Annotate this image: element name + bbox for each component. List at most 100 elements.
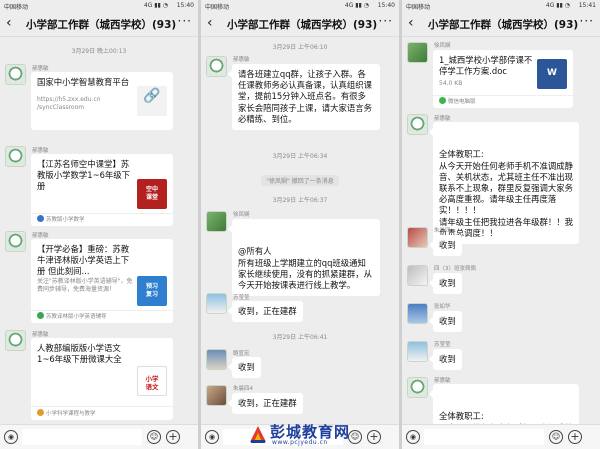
sender-name: 郝惠敏 xyxy=(32,332,49,338)
message-text: 收到，正在建群 xyxy=(238,306,297,316)
sender-name: 郝惠敏 xyxy=(434,378,451,384)
message-bubble[interactable]: 收到 xyxy=(429,235,462,257)
card-title: 【江苏名师空中课堂】苏教版小学数学1~6年级下册 xyxy=(37,159,131,191)
more-icon[interactable]: ··· xyxy=(379,14,393,28)
message-list[interactable]: 徐凤娴 1_城西学校小学部停课不停学工作方案.doc 54.0 KB W 微信电… xyxy=(402,38,600,424)
message-bubble[interactable]: 收到，正在建群 xyxy=(228,301,303,323)
avatar[interactable] xyxy=(407,377,428,398)
message-text: 收到 xyxy=(439,354,456,364)
avatar[interactable] xyxy=(407,303,428,324)
article-card[interactable]: 人教部编版版小学语文1~6年级下册微课大全 小学 语文 小学科学课程与教学 xyxy=(31,338,173,420)
sender-name: 郝惠敏 xyxy=(233,57,250,63)
message-bubble[interactable]: 收到 xyxy=(228,357,261,379)
card-thumbnail: 预习 复习 xyxy=(137,276,167,306)
sender-name: 郝惠敏 xyxy=(434,116,451,122)
avatar[interactable] xyxy=(407,42,428,63)
avatar[interactable] xyxy=(5,231,26,252)
wechat-icon xyxy=(439,97,446,104)
avatar[interactable] xyxy=(5,64,26,85)
source-icon xyxy=(37,409,44,416)
message-bubble[interactable]: 全体教职工: 从今天开始任何老师手机不准调成静音、关机状态，尤其班主任 xyxy=(429,384,579,424)
message-text: 收到 xyxy=(439,316,456,326)
status-bar: 中国移动 4G ▮▮ ◔ 15:40 xyxy=(201,0,399,11)
sender-name: 张如华 xyxy=(434,304,451,310)
avatar[interactable] xyxy=(206,349,227,370)
emoji-icon[interactable]: ☺ xyxy=(147,430,161,444)
timestamp: 3月29日 上午06:37 xyxy=(272,197,328,204)
message-text: 全体教职工: 从今天开始任何老师手机不准调成静音、关机状态，尤其班主任不准出现联… xyxy=(439,149,573,238)
back-icon[interactable]: ‹ xyxy=(6,15,12,31)
message-input[interactable] xyxy=(22,429,142,445)
status-bar: 中国移动 4G ▮▮ ◔ 15:41 xyxy=(402,0,600,11)
avatar[interactable] xyxy=(407,114,428,135)
avatar[interactable] xyxy=(407,227,428,248)
back-icon[interactable]: ‹ xyxy=(207,15,213,31)
chat-title: 小学部工作群（城西学校）(93) xyxy=(26,19,177,31)
message-text: 收到，正在建群 xyxy=(238,398,297,408)
sender-name: 徐凤娴 xyxy=(233,212,250,218)
message-bubble[interactable]: 收到 xyxy=(429,311,462,333)
avatar[interactable] xyxy=(5,146,26,167)
file-card[interactable]: 1_城西学校小学部停课不停学工作方案.doc 54.0 KB W 微信电脑版 xyxy=(433,50,573,108)
plus-icon[interactable]: + xyxy=(166,430,180,444)
avatar[interactable] xyxy=(407,341,428,362)
sender-name: 四（3）班张佩佩 xyxy=(434,266,476,272)
message-bubble[interactable]: 收到 xyxy=(429,273,462,295)
timestamp: 3月29日 晚上00:13 xyxy=(71,48,127,55)
message-list[interactable]: 3月29日 晚上00:13 郝惠敏 国家中小学智慧教育平台 https://h5… xyxy=(0,38,198,424)
article-card[interactable]: 【开学必备】重磅：苏教牛津译林版小学英语上下册 但此刻间... 关注"苏教译林版… xyxy=(31,239,173,323)
site-watermark: 彭城教育网 www.pcjyedu.cn xyxy=(248,420,418,449)
avatar[interactable] xyxy=(5,330,26,351)
clock: 15:41 xyxy=(578,2,596,9)
avatar[interactable] xyxy=(206,56,227,77)
sender-name: 徐凤娴 xyxy=(434,43,451,49)
chat-header: ‹ 小学部工作群（城西学校）(93) ··· xyxy=(0,11,198,37)
clock: 15:40 xyxy=(176,2,194,9)
avatar[interactable] xyxy=(206,385,227,406)
card-thumbnail: 空中 课堂 xyxy=(137,179,167,209)
timestamp: 3月29日 上午06:41 xyxy=(272,334,328,341)
message-bubble[interactable]: @所有人 所有班级上学期建立的qq班级通知家长继续使用，没有的抓紧建群，从今天开… xyxy=(228,219,380,297)
carrier-label: 中国移动 xyxy=(4,4,29,11)
voice-icon[interactable]: ◉ xyxy=(4,430,18,444)
system-notice: "徐凤娴" 撤回了一条消息 xyxy=(261,175,339,186)
avatar[interactable] xyxy=(206,211,227,232)
sender-name: 朱晨四4 xyxy=(233,386,253,392)
chat-title: 小学部工作群（城西学校）(93) xyxy=(227,19,378,31)
message-bubble[interactable]: 收到，正在建群 xyxy=(228,393,303,415)
signal-icon: 4G ▮▮ ◔ xyxy=(143,2,168,9)
clock: 15:40 xyxy=(377,2,395,9)
link-icon: 🔗 xyxy=(137,86,167,116)
more-icon[interactable]: ··· xyxy=(580,14,594,28)
sender-name: 朱晨四 xyxy=(434,228,451,234)
message-bubble[interactable]: 收到 xyxy=(429,349,462,371)
voice-icon[interactable]: ◉ xyxy=(205,430,219,444)
link-card[interactable]: 国家中小学智慧教育平台 https://h5.zxx.edu.cn /syncC… xyxy=(31,72,173,130)
sender-name: 苏莹莹 xyxy=(434,342,451,348)
avatar[interactable] xyxy=(407,265,428,286)
word-file-icon: W xyxy=(537,59,567,89)
card-source: 苏教版小学数学 xyxy=(37,215,85,223)
chat-header: ‹ 小学部工作群（城西学校）(93) ··· xyxy=(402,11,600,37)
signal-icon: 4G ▮▮ ◔ xyxy=(344,2,369,9)
watermark-url: www.pcjyedu.cn xyxy=(272,439,328,446)
message-bubble[interactable]: 全体教职工: 从今天开始任何老师手机不准调成静音、关机状态，尤其班主任不准出现联… xyxy=(429,122,579,245)
file-size: 54.0 KB xyxy=(439,80,463,87)
screenshot-collage: 中国移动 4G ▮▮ ◔ 15:40 ‹ 小学部工作群（城西学校）(93) ··… xyxy=(0,0,600,449)
sender-name: 鲍宣宏 xyxy=(233,351,250,357)
message-list[interactable]: 3月29日 上午06:10 郝惠敏 请各班建立qq群，让孩子入群。各任课教师务必… xyxy=(201,38,399,424)
emoji-icon[interactable]: ☺ xyxy=(549,430,563,444)
more-icon[interactable]: ··· xyxy=(178,14,192,28)
message-text: 全体教职工: 从今天开始任何老师手机不准调成静音、关机状态，尤其班主任 xyxy=(439,411,573,424)
avatar[interactable] xyxy=(206,293,227,314)
source-icon xyxy=(37,312,44,319)
card-title: 人教部编版版小学语文1~6年级下册微课大全 xyxy=(37,343,122,364)
article-card[interactable]: 【江苏名师空中课堂】苏教版小学数学1~6年级下册 空中 课堂 苏教版小学数学 xyxy=(31,154,173,226)
message-input[interactable] xyxy=(424,429,544,445)
message-bubble[interactable]: 请各班建立qq群，让孩子入群。各任课教师务必认真备课，认真组织课堂，提前15分钟… xyxy=(228,64,380,131)
plus-icon[interactable]: + xyxy=(568,430,582,444)
carrier-label: 中国移动 xyxy=(406,4,431,11)
back-icon[interactable]: ‹ xyxy=(408,15,414,31)
source-name: 苏教译林版小学英语辅导 xyxy=(46,314,107,320)
message-text: @所有人 所有班级上学期建立的qq班级通知家长继续使用，没有的抓紧建群，从今天开… xyxy=(238,246,372,291)
